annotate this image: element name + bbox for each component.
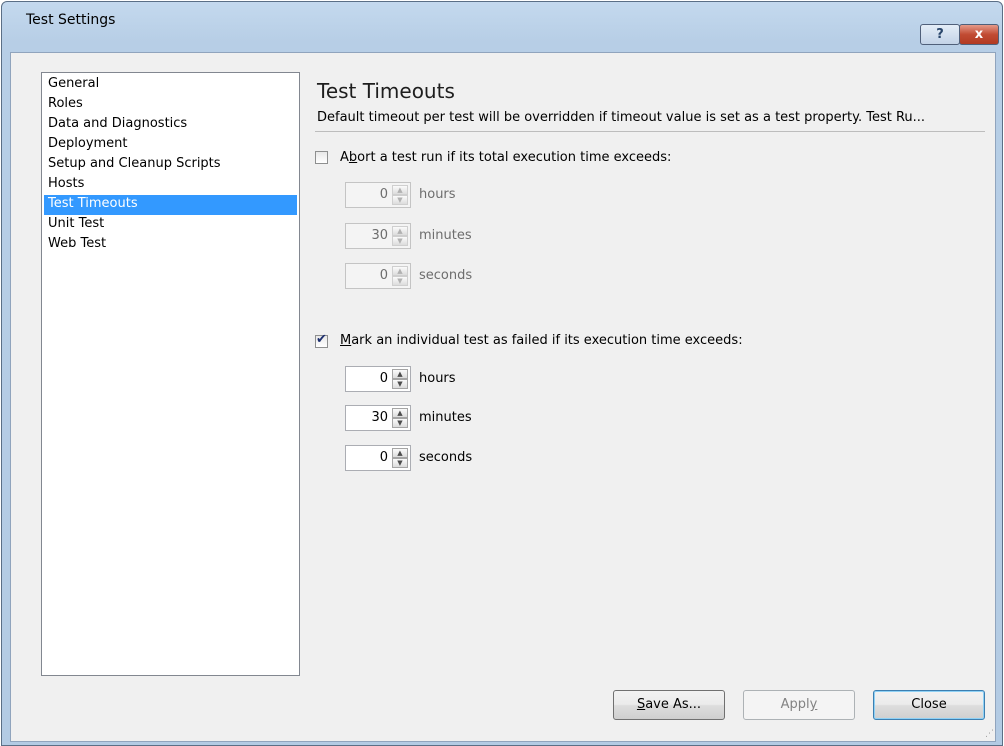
- title-bar[interactable]: Test Settings ? x: [2, 2, 1002, 45]
- nav-item-deployment[interactable]: Deployment: [44, 135, 297, 155]
- test-minutes-spin: ▲ ▼: [392, 408, 408, 428]
- mark-failed-label[interactable]: Mark an individual test as failed if its…: [340, 333, 743, 348]
- spin-up-icon[interactable]: ▲: [392, 226, 408, 236]
- abort-minutes-stepper[interactable]: 30 ▲ ▼: [345, 223, 411, 249]
- apply-button[interactable]: Apply: [743, 690, 855, 720]
- abort-hours-value: 0: [379, 187, 388, 202]
- test-seconds-spin: ▲ ▼: [392, 448, 408, 468]
- test-minutes-unit: minutes: [419, 410, 472, 425]
- nav-item-hosts[interactable]: Hosts: [44, 175, 297, 195]
- test-settings-window: Test Settings ? x General Roles Data and…: [1, 1, 1003, 746]
- spin-down-icon[interactable]: ▼: [392, 195, 408, 205]
- close-button[interactable]: Close: [873, 690, 985, 720]
- save-as-button[interactable]: Save As...: [613, 690, 725, 720]
- nav-item-test-timeouts[interactable]: Test Timeouts: [44, 195, 297, 215]
- save-as-mnemonic: S: [636, 697, 646, 712]
- spin-up-icon[interactable]: ▲: [392, 185, 408, 195]
- nav-item-general[interactable]: General: [44, 75, 297, 95]
- resize-grip-icon[interactable]: ⋰: [985, 729, 994, 739]
- test-hours-value: 0: [379, 371, 388, 386]
- window-title: Test Settings: [26, 12, 116, 28]
- test-hours-stepper[interactable]: 0 ▲ ▼: [345, 366, 411, 392]
- abort-seconds-value: 0: [379, 268, 388, 283]
- abort-label-mnemonic: b: [348, 150, 358, 165]
- spin-down-icon[interactable]: ▼: [392, 276, 408, 286]
- abort-seconds-stepper[interactable]: 0 ▲ ▼: [345, 263, 411, 289]
- abort-minutes-unit: minutes: [419, 228, 472, 243]
- test-hours-unit: hours: [419, 371, 456, 386]
- apply-mnemonic: y: [809, 697, 818, 712]
- abort-minutes-spin: ▲ ▼: [392, 226, 408, 246]
- page-title: Test Timeouts: [317, 79, 455, 103]
- abort-run-label[interactable]: Abort a test run if its total execution …: [340, 150, 671, 165]
- mark-label-end: ark an individual test as failed if its …: [351, 333, 743, 348]
- nav-item-setup-and-cleanup-scripts[interactable]: Setup and Cleanup Scripts: [44, 155, 297, 175]
- page-description: Default timeout per test will be overrid…: [317, 110, 926, 125]
- spin-down-icon[interactable]: ▼: [392, 458, 408, 468]
- abort-hours-spin: ▲ ▼: [392, 185, 408, 205]
- settings-category-list[interactable]: General Roles Data and Diagnostics Deplo…: [41, 72, 300, 676]
- abort-label-start: A: [340, 150, 349, 165]
- test-seconds-unit: seconds: [419, 450, 473, 465]
- mark-failed-checkbox[interactable]: ✔: [315, 332, 328, 348]
- nav-item-data-and-diagnostics[interactable]: Data and Diagnostics: [44, 115, 297, 135]
- spin-up-icon[interactable]: ▲: [392, 408, 408, 418]
- nav-item-web-test[interactable]: Web Test: [44, 235, 297, 255]
- nav-item-unit-test[interactable]: Unit Test: [44, 215, 297, 235]
- test-hours-spin: ▲ ▼: [392, 369, 408, 389]
- checkmark-icon: ✔: [316, 332, 327, 347]
- window-close-button[interactable]: x: [959, 24, 999, 45]
- abort-seconds-unit: seconds: [419, 268, 473, 283]
- apply-label: Appl: [780, 697, 810, 712]
- help-icon: ?: [936, 27, 944, 42]
- mark-label-mnemonic: M: [340, 333, 352, 348]
- spin-up-icon[interactable]: ▲: [392, 448, 408, 458]
- test-seconds-stepper[interactable]: 0 ▲ ▼: [345, 445, 411, 471]
- test-seconds-value: 0: [379, 450, 388, 465]
- spin-down-icon[interactable]: ▼: [392, 418, 408, 428]
- abort-hours-unit: hours: [419, 187, 456, 202]
- close-icon: x: [974, 27, 984, 42]
- spin-down-icon[interactable]: ▼: [392, 379, 408, 389]
- spin-up-icon[interactable]: ▲: [392, 266, 408, 276]
- test-minutes-stepper[interactable]: 30 ▲ ▼: [345, 405, 411, 431]
- abort-run-checkbox[interactable]: [315, 151, 328, 164]
- help-button[interactable]: ?: [920, 24, 960, 45]
- save-as-label: ave As...: [645, 697, 702, 712]
- abort-label-end: ort a test run if its total execution ti…: [357, 150, 672, 165]
- dialog-body: General Roles Data and Diagnostics Deplo…: [10, 52, 996, 742]
- abort-seconds-spin: ▲ ▼: [392, 266, 408, 286]
- abort-hours-stepper[interactable]: 0 ▲ ▼: [345, 182, 411, 208]
- test-minutes-value: 30: [371, 410, 388, 425]
- spin-down-icon[interactable]: ▼: [392, 236, 408, 246]
- title-divider: [315, 131, 985, 132]
- spin-up-icon[interactable]: ▲: [392, 369, 408, 379]
- abort-minutes-value: 30: [371, 228, 388, 243]
- nav-item-roles[interactable]: Roles: [44, 95, 297, 115]
